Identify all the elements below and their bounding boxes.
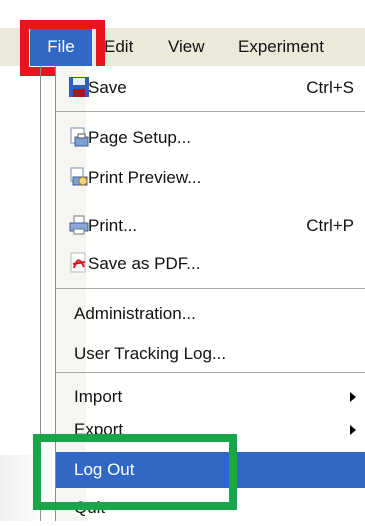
menu-experiment[interactable]: Experiment: [238, 28, 324, 66]
menu-separator: [56, 288, 365, 289]
print-preview-icon: [68, 166, 90, 188]
submenu-arrow-icon: [350, 392, 356, 402]
menu-item-label: Administration...: [74, 304, 196, 323]
menu-item-page-setup[interactable]: Page Setup...: [56, 118, 365, 158]
menu-item-user-tracking-log[interactable]: User Tracking Log...: [56, 334, 365, 374]
floppy-disk-icon: [68, 76, 90, 98]
menu-item-label: Page Setup...: [88, 128, 192, 147]
menu-item-label: Save: [88, 78, 127, 97]
submenu-arrow-icon: [350, 425, 356, 435]
menu-item-shortcut: Ctrl+P: [306, 216, 354, 235]
menu-item-label: Save as PDF...: [88, 254, 201, 273]
pdf-icon: [68, 252, 90, 274]
menu-edit[interactable]: Edit: [104, 28, 133, 66]
menu-item-save-as-pdf[interactable]: Save as PDF...: [56, 244, 365, 284]
menu-view[interactable]: View: [168, 28, 205, 66]
menu-item-label: Print Preview...: [88, 168, 202, 187]
printer-icon: [68, 214, 90, 236]
menu-item-print-preview[interactable]: Print Preview...: [56, 158, 365, 198]
menu-item-shortcut: Ctrl+S: [306, 78, 354, 97]
menu-item-administration[interactable]: Administration...: [56, 294, 365, 334]
menu-item-print[interactable]: Print... Ctrl+P: [56, 206, 365, 246]
menu-item-label: Print...: [88, 216, 138, 235]
menu-item-label: User Tracking Log...: [74, 344, 227, 363]
menu-separator: [56, 111, 365, 112]
log-out-highlight-box: [33, 434, 237, 510]
page-setup-icon: [68, 126, 90, 148]
menu-separator: [56, 372, 365, 373]
menu-item-save[interactable]: Save Ctrl+S: [56, 68, 365, 108]
